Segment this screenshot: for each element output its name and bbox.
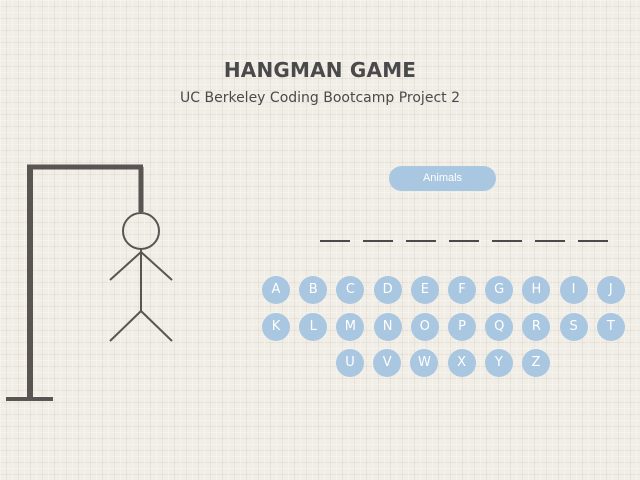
word-blanks <box>320 240 608 244</box>
letter-blank <box>320 240 350 242</box>
letter-key-e[interactable]: E <box>410 276 439 304</box>
letter-key-d[interactable]: D <box>373 276 402 304</box>
letter-key-a[interactable]: A <box>262 276 290 304</box>
letter-key-v[interactable]: V <box>373 349 402 377</box>
letter-key-y[interactable]: Y <box>484 349 513 377</box>
letter-blank <box>535 240 565 242</box>
letter-key-x[interactable]: X <box>447 349 476 377</box>
letter-blank <box>578 240 608 242</box>
letter-key-m[interactable]: M <box>336 313 365 341</box>
letter-key-t[interactable]: T <box>596 313 625 341</box>
letter-key-z[interactable]: Z <box>522 349 550 377</box>
hangman-right-arm <box>140 251 173 281</box>
letter-key-c[interactable]: C <box>336 276 365 304</box>
letter-blank <box>406 240 436 242</box>
letter-key-u[interactable]: U <box>336 349 364 377</box>
hangman-drawing <box>6 164 173 401</box>
letter-key-h[interactable]: H <box>522 276 551 304</box>
letter-key-f[interactable]: F <box>448 276 476 304</box>
letter-key-g[interactable]: G <box>485 276 514 304</box>
letter-key-w[interactable]: W <box>410 349 439 377</box>
letter-key-k[interactable]: K <box>262 313 290 341</box>
letter-key-i[interactable]: I <box>559 276 588 304</box>
letter-key-p[interactable]: P <box>448 313 476 341</box>
letter-key-q[interactable]: Q <box>485 313 514 341</box>
letter-key-n[interactable]: N <box>373 313 402 341</box>
letter-key-s[interactable]: S <box>559 313 588 341</box>
hangman-left-arm <box>109 251 142 281</box>
letter-blank <box>363 240 393 242</box>
letter-key-o[interactable]: O <box>410 313 439 341</box>
letter-blank <box>449 240 479 242</box>
letter-key-r[interactable]: R <box>522 313 551 341</box>
hangman-right-leg <box>140 310 173 342</box>
page-subtitle: UC Berkeley Coding Bootcamp Project 2 <box>180 90 460 106</box>
letter-key-l[interactable]: L <box>299 313 328 341</box>
letter-key-b[interactable]: B <box>299 276 328 304</box>
letter-key-j[interactable]: J <box>596 276 625 304</box>
hangman-head <box>122 212 160 250</box>
category-button[interactable]: Animals <box>389 166 496 191</box>
letter-blank <box>492 240 522 242</box>
page-title: HANGMAN GAME <box>223 58 417 82</box>
hangman-left-leg <box>109 310 142 342</box>
